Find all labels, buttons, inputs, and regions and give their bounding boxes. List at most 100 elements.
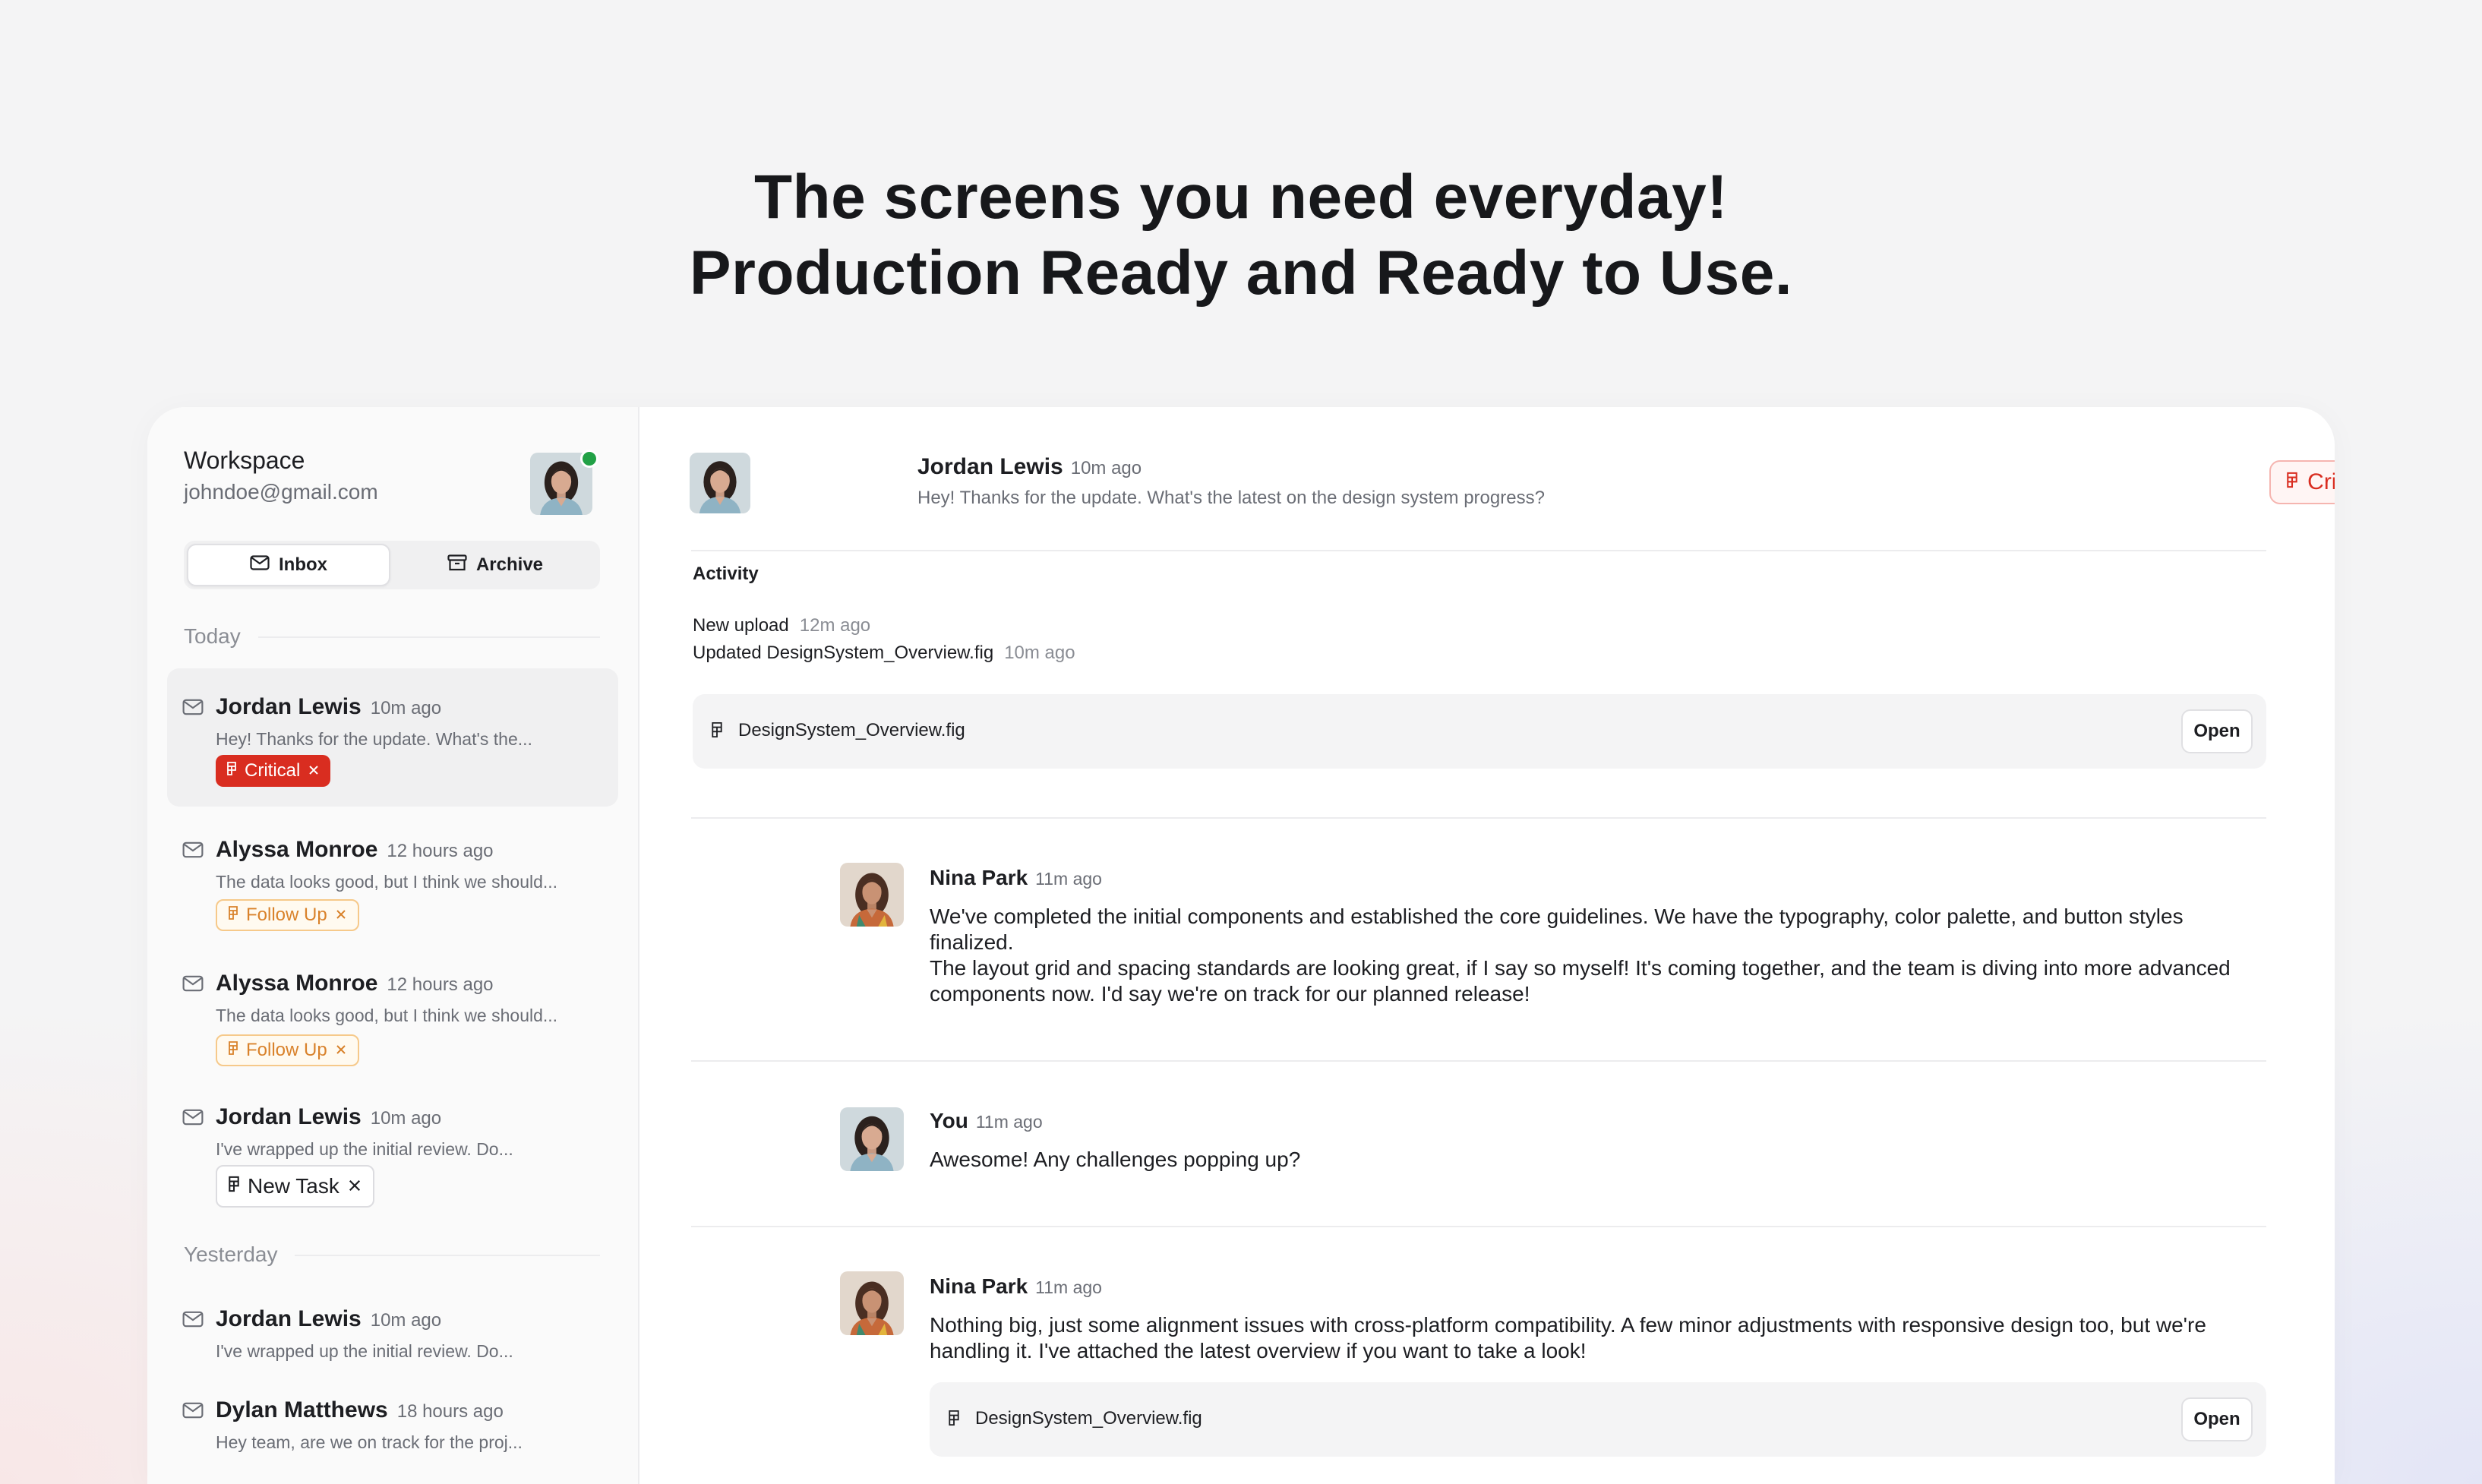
open-button[interactable]: Open <box>2181 709 2253 753</box>
list-item[interactable]: Alyssa Monroe 12 hours ago The data looks… <box>167 949 618 1071</box>
sender-name: Jordan Lewis 10m ago <box>216 694 442 719</box>
tag-label: Critical <box>245 760 301 781</box>
divider <box>691 817 2266 819</box>
message-sender: Nina Park 11m ago <box>930 1274 1102 1298</box>
divider <box>295 1255 600 1256</box>
tab-inbox-label: Inbox <box>279 554 327 575</box>
message-preview: Hey! Thanks for the update. What's the..… <box>216 729 532 749</box>
message-text: The layout grid and spacing standards ar… <box>930 956 2231 1006</box>
timestamp: 10m ago <box>1004 643 1075 663</box>
tag-label: Follow Up <box>246 905 327 925</box>
list-item[interactable]: Dylan Matthews 18 hours ago Hey team, are… <box>167 1379 618 1463</box>
message-text: Awesome! Any challenges popping up? <box>930 1148 1301 1171</box>
timestamp: 12m ago <box>799 615 871 636</box>
timestamp: 12 hours ago <box>387 841 494 861</box>
timestamp: 10m ago <box>370 1310 442 1331</box>
message-sender: Nina Park 11m ago <box>930 866 1102 889</box>
file-name: DesignSystem_Overview.fig <box>975 1408 1202 1429</box>
tag-follow-up[interactable]: Follow Up <box>216 1034 359 1066</box>
sender-avatar <box>690 453 750 513</box>
tab-archive-label: Archive <box>475 554 544 575</box>
figma-icon <box>948 1408 960 1432</box>
sender-name: Alyssa Monroe 12 hours ago <box>216 837 494 862</box>
tag-critical[interactable]: Critical <box>2269 460 2335 504</box>
list-item[interactable]: Jordan Lewis 10m ago I've wrapped up the … <box>167 1288 618 1372</box>
sender-avatar <box>840 1107 904 1171</box>
close-icon[interactable] <box>335 905 347 926</box>
figma-icon <box>711 720 723 744</box>
activity-title: Activity <box>693 564 759 584</box>
close-icon[interactable] <box>347 1174 362 1198</box>
tab-archive[interactable]: Archive <box>393 544 597 586</box>
mail-icon <box>182 1311 204 1331</box>
sender-name: Jordan Lewis 10m ago <box>216 1306 442 1331</box>
mail-icon <box>182 1109 204 1129</box>
tab-inbox[interactable]: Inbox <box>187 544 390 586</box>
hero-line-2: Production Ready and Ready to Use. <box>689 238 1793 308</box>
timestamp: 11m ago <box>1035 1277 1102 1297</box>
figma-icon <box>228 905 238 926</box>
activity-row: Updated DesignSystem_Overview.fig 10m ago <box>693 643 1075 663</box>
message-sender: You 11m ago <box>930 1109 1043 1132</box>
tag-new-task[interactable]: New Task <box>216 1165 374 1208</box>
timestamp: 11m ago <box>1035 869 1102 889</box>
mail-icon <box>182 699 204 719</box>
timestamp: 10m ago <box>1070 458 1142 478</box>
message-preview: The data looks good, but I think we shou… <box>216 872 558 892</box>
sender-name: Alyssa Monroe 12 hours ago <box>216 971 494 996</box>
app-window: Workspace johndoe@gmail.com Inbox Archiv… <box>147 407 2335 1484</box>
workspace-email: johndoe@gmail.com <box>184 480 378 504</box>
open-button[interactable]: Open <box>2181 1397 2253 1441</box>
mail-icon <box>182 975 204 996</box>
file-attachment: DesignSystem_Overview.fig Open <box>693 694 2266 769</box>
list-item[interactable]: Alyssa Monroe 12 hours ago The data looks… <box>167 816 618 937</box>
message-text: Nothing big, just some alignment issues … <box>930 1313 2206 1362</box>
timestamp: 18 hours ago <box>396 1401 504 1422</box>
message-preview: The data looks good, but I think we shou… <box>216 1006 558 1025</box>
sender-avatar <box>840 863 904 927</box>
figma-icon <box>226 760 237 781</box>
sender-avatar <box>840 1271 904 1335</box>
timestamp: 10m ago <box>370 698 442 718</box>
inbox-archive-toggle: Inbox Archive <box>184 541 600 589</box>
tag-label: New Task <box>248 1174 339 1198</box>
figma-icon <box>228 1040 238 1061</box>
online-status-dot <box>580 450 598 468</box>
list-item[interactable]: Jordan Lewis 10m ago I've wrapped up the … <box>167 1083 618 1212</box>
thread-sender: Jordan Lewis 10m ago <box>917 454 1142 479</box>
mail-icon <box>182 841 204 862</box>
hero-line-1: The screens you need everyday! <box>753 163 1729 232</box>
thread-message: Hey! Thanks for the update. What's the l… <box>917 488 1545 508</box>
tag-critical[interactable]: Critical <box>216 755 331 787</box>
timestamp: 10m ago <box>370 1108 442 1129</box>
close-icon[interactable] <box>335 1040 347 1061</box>
thread-panel: Jordan Lewis 10m ago Hey! Thanks for the … <box>639 407 2335 1484</box>
divider <box>691 1060 2266 1062</box>
file-name: DesignSystem_Overview.fig <box>738 720 965 740</box>
divider <box>258 636 600 638</box>
close-icon[interactable] <box>308 760 320 781</box>
message-preview: Hey team, are we on track for the proj..… <box>216 1432 523 1452</box>
timestamp: 11m ago <box>975 1112 1043 1132</box>
message-text: We've completed the initial components a… <box>930 905 2184 954</box>
tag-follow-up[interactable]: Follow Up <box>216 899 359 931</box>
divider <box>691 550 2266 551</box>
archive-icon <box>447 554 467 576</box>
sender-name: Jordan Lewis 10m ago <box>216 1104 442 1129</box>
sender-name: Dylan Matthews 18 hours ago <box>216 1397 504 1422</box>
section-today: Today <box>184 624 241 648</box>
section-yesterday: Yesterday <box>184 1242 278 1266</box>
message-preview: I've wrapped up the initial review. Do..… <box>216 1341 513 1361</box>
tag-label: Follow Up <box>246 1040 327 1060</box>
tag-label: Critical <box>2307 469 2335 494</box>
figma-icon <box>228 1174 240 1198</box>
activity-row: New upload 12m ago <box>693 615 871 636</box>
workspace-name: Workspace <box>184 447 305 474</box>
mail-icon <box>250 554 270 576</box>
figma-icon <box>2286 469 2298 495</box>
list-item[interactable]: Jordan Lewis 10m ago Hey! Thanks for the … <box>167 668 618 807</box>
timestamp: 12 hours ago <box>387 974 494 995</box>
mail-icon <box>182 1402 204 1422</box>
message-preview: I've wrapped up the initial review. Do..… <box>216 1139 513 1159</box>
sidebar: Workspace johndoe@gmail.com Inbox Archiv… <box>147 407 639 1484</box>
